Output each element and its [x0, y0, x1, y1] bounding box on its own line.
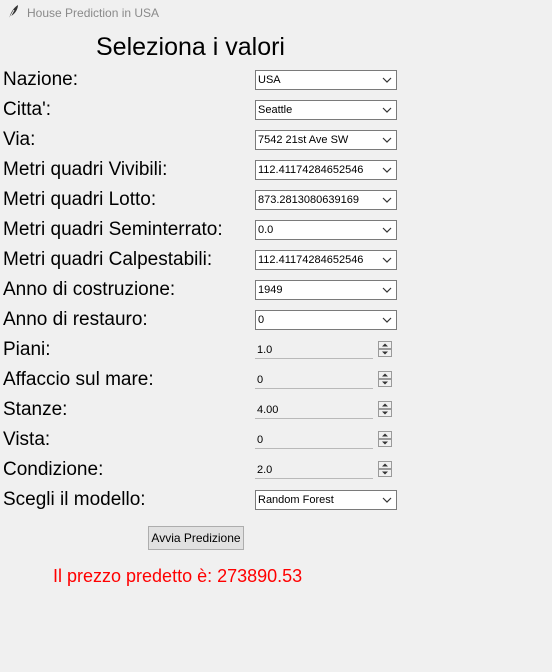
piani-spinbox[interactable]: 1.0	[255, 340, 392, 359]
stanze-spinbox[interactable]: 4.00	[255, 400, 392, 419]
mq-vivibili-combobox[interactable]: 112.41174284652546	[255, 160, 397, 180]
spinbox-underline	[255, 478, 373, 479]
anno-restauro-label: Anno di restauro:	[3, 309, 148, 330]
via-value: 7542 21st Ave SW	[258, 134, 349, 146]
mq-calpestabili-value: 112.41174284652546	[258, 254, 364, 266]
vista-label: Vista:	[3, 429, 51, 450]
piani-value: 1.0	[257, 344, 273, 356]
chevron-down-icon[interactable]	[381, 494, 393, 506]
mq-calpestabili-combobox[interactable]: 112.41174284652546	[255, 250, 397, 270]
nazione-value: USA	[258, 74, 281, 86]
affaccio-mare-spinbox[interactable]: 0	[255, 370, 392, 389]
citta-combobox[interactable]: Seattle	[255, 100, 397, 120]
stanze-label: Stanze:	[3, 399, 68, 420]
spin-arrows-icon[interactable]	[378, 371, 392, 387]
stanze-value: 4.00	[257, 404, 279, 416]
mq-lotto-combobox[interactable]: 873.2813080639169	[255, 190, 397, 210]
avvia-predizione-button[interactable]: Avvia Predizione	[148, 526, 244, 550]
window-title: House Prediction in USA	[27, 6, 160, 20]
mq-lotto-value: 873.2813080639169	[258, 194, 359, 206]
chevron-down-icon[interactable]	[381, 224, 393, 236]
chevron-down-icon[interactable]	[381, 74, 393, 86]
citta-value: Seattle	[258, 104, 293, 116]
modello-label: Scegli il modello:	[3, 489, 146, 510]
condizione-label: Condizione:	[3, 459, 104, 480]
nazione-label: Nazione:	[3, 69, 78, 90]
vista-value: 0	[257, 434, 264, 446]
mq-calpestabili-label: Metri quadri Calpestabili:	[3, 249, 213, 270]
affaccio-mare-label: Affaccio sul mare:	[3, 369, 154, 390]
title-bar: House Prediction in USA	[0, 0, 552, 25]
mq-lotto-label: Metri quadri Lotto:	[3, 189, 157, 210]
citta-label: Citta':	[3, 99, 51, 120]
spinbox-underline	[255, 418, 373, 419]
predicted-price-text: Il prezzo predetto è: 273890.53	[53, 566, 303, 586]
mq-seminterrato-value: 0.0	[258, 224, 274, 236]
chevron-down-icon[interactable]	[381, 194, 393, 206]
vista-spinbox[interactable]: 0	[255, 430, 392, 449]
anno-costruzione-combobox[interactable]: 1949	[255, 280, 397, 300]
spinbox-underline	[255, 358, 373, 359]
anno-restauro-value: 0	[258, 314, 265, 326]
modello-combobox[interactable]: Random Forest	[255, 490, 397, 510]
anno-restauro-combobox[interactable]: 0	[255, 310, 397, 330]
condizione-value: 2.0	[257, 464, 273, 476]
mq-vivibili-value: 112.41174284652546	[258, 164, 364, 176]
piani-label: Piani:	[3, 339, 51, 360]
chevron-down-icon[interactable]	[381, 104, 393, 116]
chevron-down-icon[interactable]	[381, 314, 393, 326]
modello-value: Random Forest	[258, 494, 334, 506]
chevron-down-icon[interactable]	[381, 134, 393, 146]
spin-arrows-icon[interactable]	[378, 461, 392, 477]
condizione-spinbox[interactable]: 2.0	[255, 460, 392, 479]
affaccio-mare-value: 0	[257, 374, 264, 386]
mq-seminterrato-combobox[interactable]: 0.0	[255, 220, 397, 240]
spin-arrows-icon[interactable]	[378, 401, 392, 417]
spin-arrows-icon[interactable]	[378, 341, 392, 357]
anno-costruzione-value: 1949	[258, 284, 283, 296]
via-combobox[interactable]: 7542 21st Ave SW	[255, 130, 397, 150]
chevron-down-icon[interactable]	[381, 284, 393, 296]
chevron-down-icon[interactable]	[381, 254, 393, 266]
page-heading: Seleziona i valori	[96, 33, 285, 61]
spin-arrows-icon[interactable]	[378, 431, 392, 447]
feather-icon	[8, 5, 18, 20]
chevron-down-icon[interactable]	[381, 164, 393, 176]
nazione-combobox[interactable]: USA	[255, 70, 397, 90]
spinbox-underline	[255, 448, 373, 449]
anno-costruzione-label: Anno di costruzione:	[3, 279, 176, 300]
mq-seminterrato-label: Metri quadri Seminterrato:	[3, 219, 223, 240]
via-label: Via:	[3, 129, 36, 150]
spinbox-underline	[255, 388, 373, 389]
mq-vivibili-label: Metri quadri Vivibili:	[3, 159, 168, 180]
